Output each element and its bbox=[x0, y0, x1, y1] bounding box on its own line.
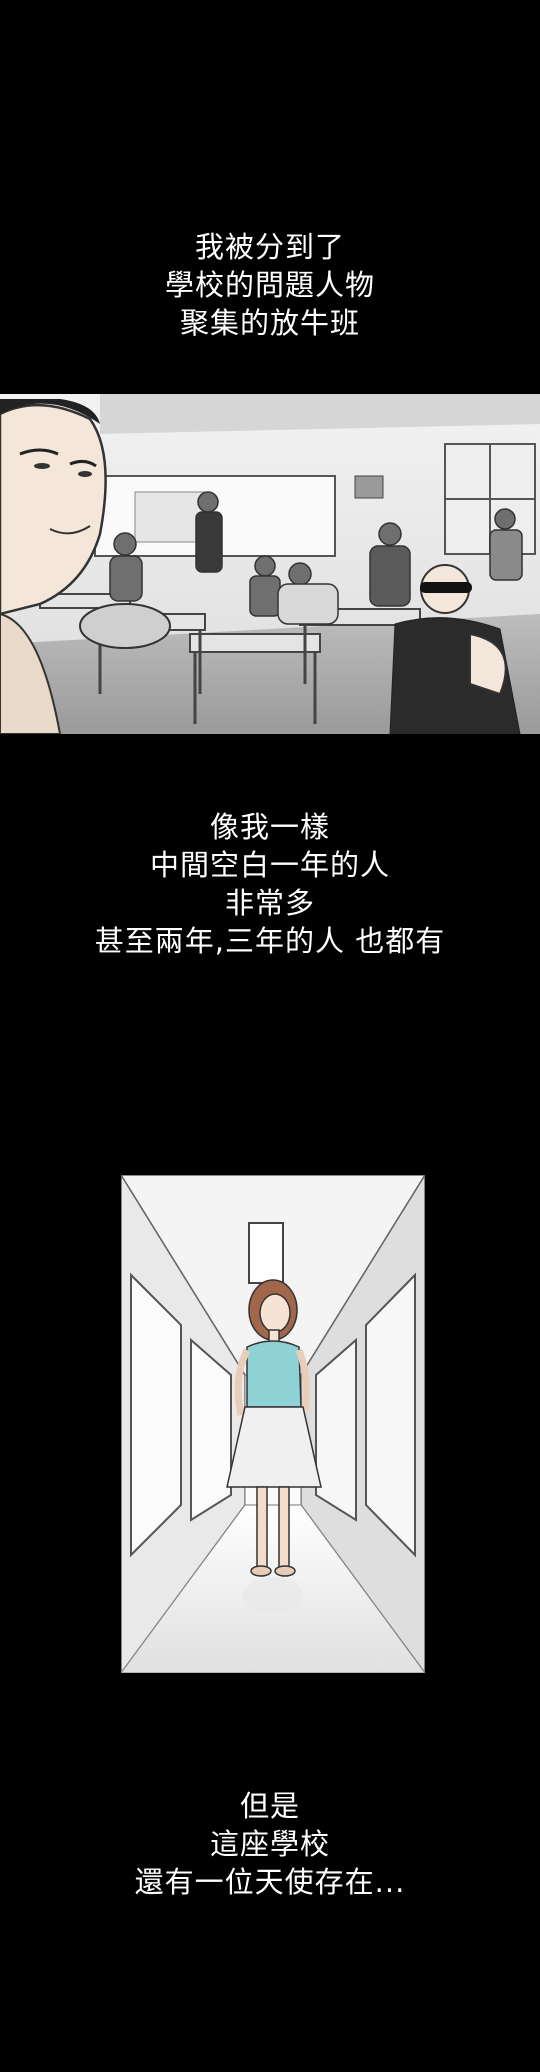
hallway-panel bbox=[121, 1175, 425, 1673]
classroom-panel bbox=[0, 394, 540, 734]
caption-line: 非常多 bbox=[224, 886, 315, 920]
caption-line: 學校的問題人物 bbox=[164, 268, 375, 302]
narration-caption-2: 像我一樣 中間空白一年的人 非常多 甚至兩年,三年的人 也都有 bbox=[0, 808, 540, 960]
caption-line: 這座學校 bbox=[209, 1827, 330, 1861]
caption-line: 還有一位天使存在... bbox=[134, 1865, 406, 1899]
narration-caption-3: 但是 這座學校 還有一位天使存在... bbox=[0, 1787, 540, 1901]
classroom-illustration bbox=[0, 394, 540, 734]
caption-line: 我被分到了 bbox=[194, 230, 345, 264]
caption-line: 聚集的放牛班 bbox=[179, 306, 360, 340]
caption-line: 像我一樣 bbox=[209, 810, 330, 844]
caption-line: 但是 bbox=[239, 1789, 300, 1823]
hallway-illustration bbox=[121, 1175, 425, 1673]
caption-line: 甚至兩年,三年的人 也都有 bbox=[94, 924, 446, 958]
caption-line: 中間空白一年的人 bbox=[149, 848, 390, 882]
narration-caption-1: 我被分到了 學校的問題人物 聚集的放牛班 bbox=[0, 228, 540, 342]
